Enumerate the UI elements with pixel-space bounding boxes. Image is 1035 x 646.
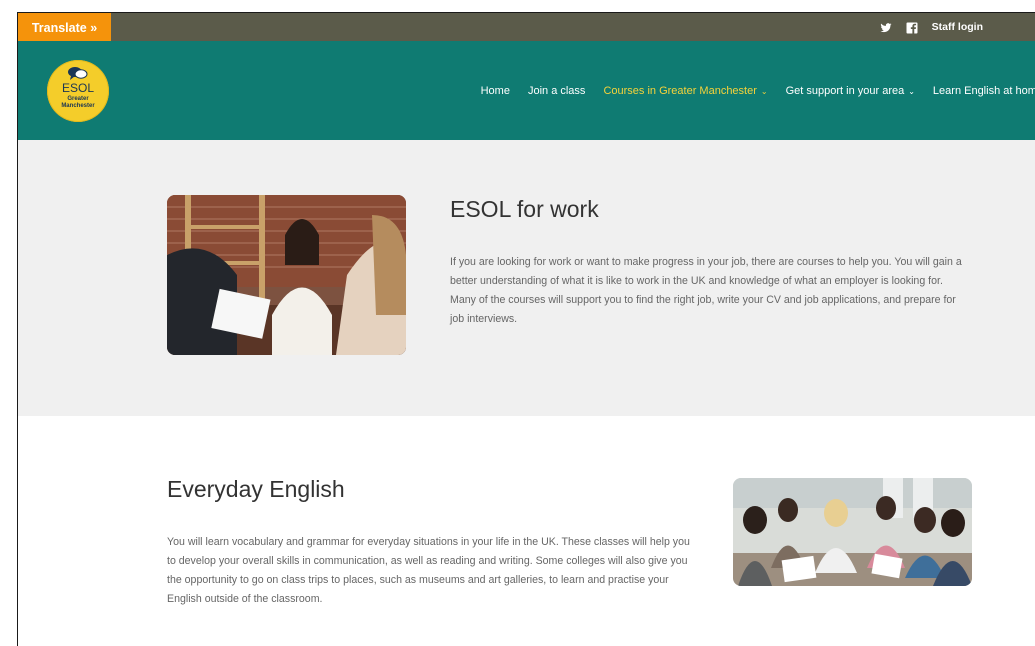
nav-courses-greater-manchester[interactable]: Courses in Greater Manchester ⌄ [603,85,767,97]
screenshot-frame: Translate » Staff login ESOL Greater Man… [0,0,1035,646]
everyday-english-section: Everyday English You will learn vocabula… [18,416,1035,646]
nav-join-a-class[interactable]: Join a class [528,85,585,97]
esol-logo[interactable]: ESOL Greater Manchester [47,60,109,122]
everyday-english-title: Everyday English [167,476,345,502]
facebook-icon[interactable] [906,21,918,34]
esol-for-work-title: ESOL for work [450,196,599,222]
classroom-group-photo [733,478,972,586]
speech-bubbles-icon [68,67,88,80]
chevron-down-icon: ⌄ [760,86,768,96]
job-interview-photo [167,195,406,355]
nav-learn-english-at-home[interactable]: Learn English at home [933,85,1035,97]
web-page: Translate » Staff login ESOL Greater Man… [17,12,1035,646]
nav-courses-label: Courses in Greater Manchester [603,84,757,97]
main-nav: Home Join a class Courses in Greater Man… [463,41,1035,140]
logo-text-manchester: Manchester [61,103,95,109]
twitter-icon[interactable] [880,21,892,33]
logo-text-esol: ESOL [61,81,94,95]
everyday-english-text: You will learn vocabulary and grammar fo… [167,536,690,605]
nav-home[interactable]: Home [481,85,510,97]
top-bar: Translate » Staff login [18,13,1035,43]
nav-get-support[interactable]: Get support in your area ⌄ [786,85,915,97]
esol-for-work-text: If you are looking for work or want to m… [450,256,962,325]
staff-login-link[interactable]: Staff login [932,21,983,33]
logo-text-region: Greater Manchester [47,96,109,110]
esol-for-work-section: ESOL for work If you are looking for wor… [18,140,1035,416]
top-bar-links: Staff login [880,13,983,41]
chevron-down-icon: ⌄ [908,86,915,96]
translate-button[interactable]: Translate » [18,13,111,43]
site-header: ESOL Greater Manchester Home Join a clas… [18,41,1035,140]
logo-text-greater: Greater [67,96,89,102]
nav-support-label: Get support in your area [785,84,905,97]
